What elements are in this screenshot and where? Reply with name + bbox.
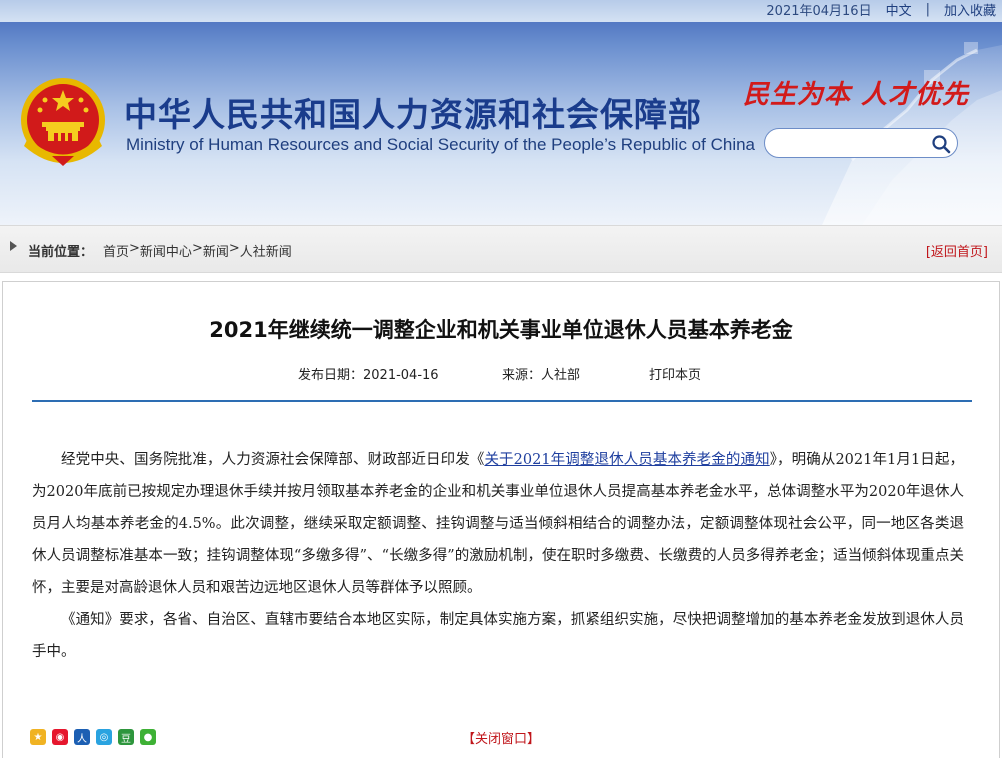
paragraph-text: 经党中央、国务院批准，人力资源社会保障部、财政部近日印发《 <box>61 452 485 468</box>
close-window-link[interactable]: 【关闭窗口】 <box>462 728 540 747</box>
breadcrumb-label: 当前位置： <box>28 245 94 260</box>
title-divider <box>32 400 972 402</box>
breadcrumb-separator: > <box>129 241 140 256</box>
article-source: 来源：人社部 <box>502 368 581 383</box>
breadcrumb-separator: > <box>228 241 240 256</box>
notice-document-link[interactable]: 关于2021年调整退休人员基本养老金的通知 <box>484 452 769 468</box>
topbar-separator: | <box>925 1 930 17</box>
search-box <box>764 128 958 158</box>
search-input[interactable] <box>775 133 925 153</box>
header-banner: 2021年04月16日 中文 | 加入收藏 中华人民共和国人力资源和社会保障部 … <box>0 0 1002 225</box>
breadcrumb-hrss-news[interactable]: 人社新闻 <box>240 241 292 260</box>
ministry-name-en: Ministry of Human Resources and Social S… <box>126 135 755 154</box>
qzone-icon[interactable]: ★ <box>30 729 46 745</box>
breadcrumb-bar: 当前位置： 首页 > 新闻中心 > 新闻 > 人社新闻 [返回首页] <box>0 225 1002 273</box>
breadcrumb-news-center[interactable]: 新闻中心 <box>140 241 192 260</box>
search-icon[interactable] <box>931 134 951 154</box>
print-page-link[interactable]: 打印本页 <box>649 364 701 383</box>
slogan-calligraphy: 民生为本 人才优先 <box>743 80 970 110</box>
add-bookmark-link[interactable]: 加入收藏 <box>944 0 996 19</box>
breadcrumb-news[interactable]: 新闻 <box>203 241 229 260</box>
wechat-icon[interactable]: ● <box>140 729 156 745</box>
share-bar: ★ ◉ 人 ◎ 豆 ● <box>30 729 156 745</box>
breadcrumb: 首页 > 新闻中心 > 新闻 > 人社新闻 <box>103 241 292 260</box>
lang-chinese-link[interactable]: 中文 <box>886 0 912 19</box>
article-paragraph: 经党中央、国务院批准，人力资源社会保障部、财政部近日印发《关于2021年调整退休… <box>32 444 964 604</box>
publish-date: 发布日期：2021-04-16 <box>298 368 439 383</box>
top-bar: 2021年04月16日 中文 | 加入收藏 <box>0 0 1002 22</box>
breadcrumb-home[interactable]: 首页 <box>103 241 129 260</box>
breadcrumb-separator: > <box>191 241 203 256</box>
douban-icon[interactable]: 豆 <box>118 729 134 745</box>
back-home-link[interactable]: [返回首页] <box>926 241 988 260</box>
tqq-icon[interactable]: ◎ <box>96 729 112 745</box>
article-body: 经党中央、国务院批准，人力资源社会保障部、财政部近日印发《关于2021年调整退休… <box>32 444 964 668</box>
national-emblem-icon <box>21 78 105 166</box>
ministry-name-cn: 中华人民共和国人力资源和社会保障部 <box>124 95 702 134</box>
weibo-icon[interactable]: ◉ <box>52 729 68 745</box>
article-title: 2021年继续统一调整企业和机关事业单位退休人员基本养老金 <box>209 318 793 342</box>
arrow-right-icon <box>10 241 17 251</box>
article-paragraph: 《通知》要求，各省、自治区、直辖市要结合本地区实际，制定具体实施方案，抓紧组织实… <box>32 612 964 660</box>
paragraph-text: 》，明确从2021年1月1日起，为2020年底前已按规定办理退休手续并按月领取基… <box>32 452 965 596</box>
current-date: 2021年04月16日 <box>766 3 872 19</box>
renren-icon[interactable]: 人 <box>74 729 90 745</box>
